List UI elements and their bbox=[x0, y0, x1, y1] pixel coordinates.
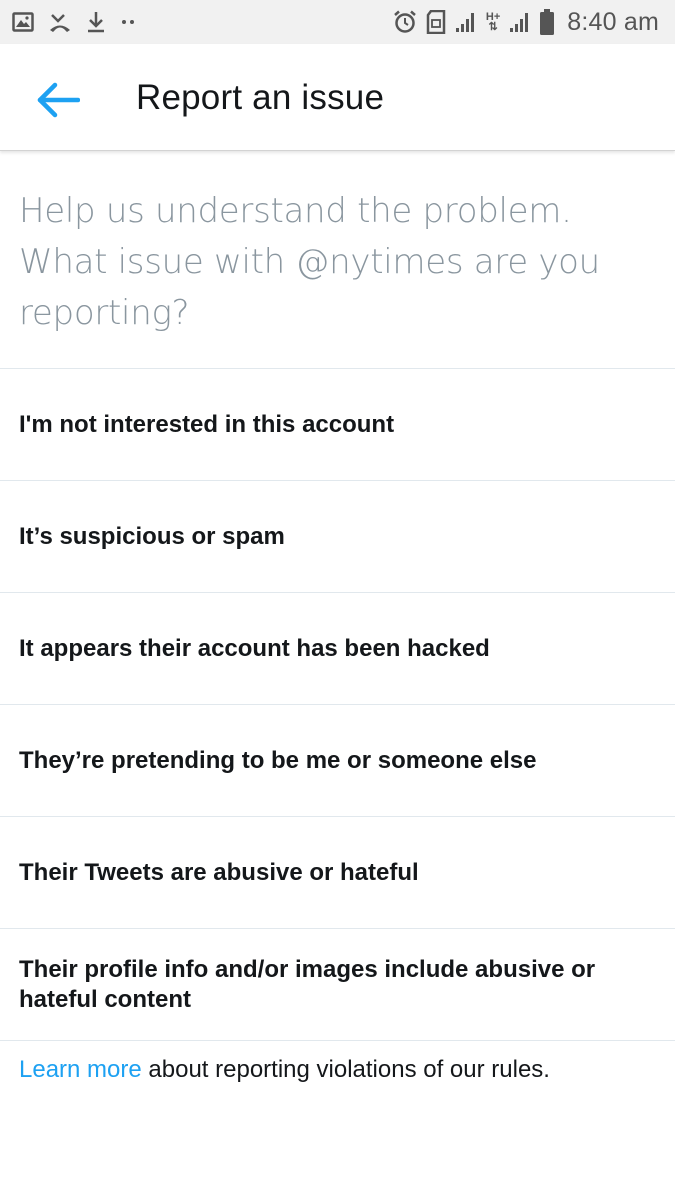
data-arrows-icon: ⇅ bbox=[488, 21, 498, 33]
option-account-hacked[interactable]: It appears their account has been hacked bbox=[0, 593, 675, 705]
clock: 8:40 am bbox=[567, 7, 659, 36]
footer-note: Learn more about reporting violations of… bbox=[19, 1056, 550, 1084]
app-bar: Report an issue bbox=[0, 44, 675, 151]
status-bar: H+ ⇅ 8:40 am bbox=[0, 0, 675, 44]
missed-call-icon bbox=[50, 14, 70, 32]
image-icon bbox=[12, 12, 34, 32]
footer-text: about reporting violations of our rules. bbox=[141, 1056, 550, 1083]
option-not-interested[interactable]: I'm not interested in this account bbox=[0, 369, 675, 481]
option-label: I'm not interested in this account bbox=[19, 410, 395, 438]
alarm-icon bbox=[394, 10, 416, 33]
option-abusive-tweets[interactable]: Their Tweets are abusive or hateful bbox=[0, 817, 675, 929]
hplus-icon: H+ ⇅ bbox=[486, 12, 500, 33]
status-bar-system: H+ ⇅ 8:40 am bbox=[393, 8, 659, 36]
signal-icon bbox=[455, 13, 474, 32]
back-button[interactable] bbox=[30, 72, 86, 128]
signal-icon bbox=[510, 13, 529, 32]
more-dots-icon bbox=[122, 20, 134, 24]
option-label: They’re pretending to be me or someone e… bbox=[19, 746, 537, 774]
option-label: It appears their account has been hacked bbox=[19, 634, 490, 662]
option-suspicious-spam[interactable]: It’s suspicious or spam bbox=[0, 481, 675, 593]
report-options-list: I'm not interested in this account It’s … bbox=[0, 369, 675, 1041]
option-abusive-profile[interactable]: Their profile info and/or images include… bbox=[0, 929, 675, 1041]
learn-more-link[interactable]: Learn more bbox=[19, 1056, 142, 1083]
report-prompt: Help us understand the problem. What iss… bbox=[19, 191, 600, 333]
page-title: Report an issue bbox=[136, 78, 385, 117]
option-label: Their Tweets are abusive or hateful bbox=[19, 858, 419, 886]
option-label: Their profile info and/or images include… bbox=[19, 955, 596, 1013]
sd-card-icon bbox=[426, 10, 446, 34]
status-bar-notifications bbox=[12, 9, 136, 35]
battery-icon bbox=[540, 9, 555, 35]
download-icon bbox=[88, 12, 104, 33]
option-label: It’s suspicious or spam bbox=[19, 522, 285, 550]
back-arrow-icon bbox=[37, 82, 80, 118]
option-impersonation[interactable]: They’re pretending to be me or someone e… bbox=[0, 705, 675, 817]
